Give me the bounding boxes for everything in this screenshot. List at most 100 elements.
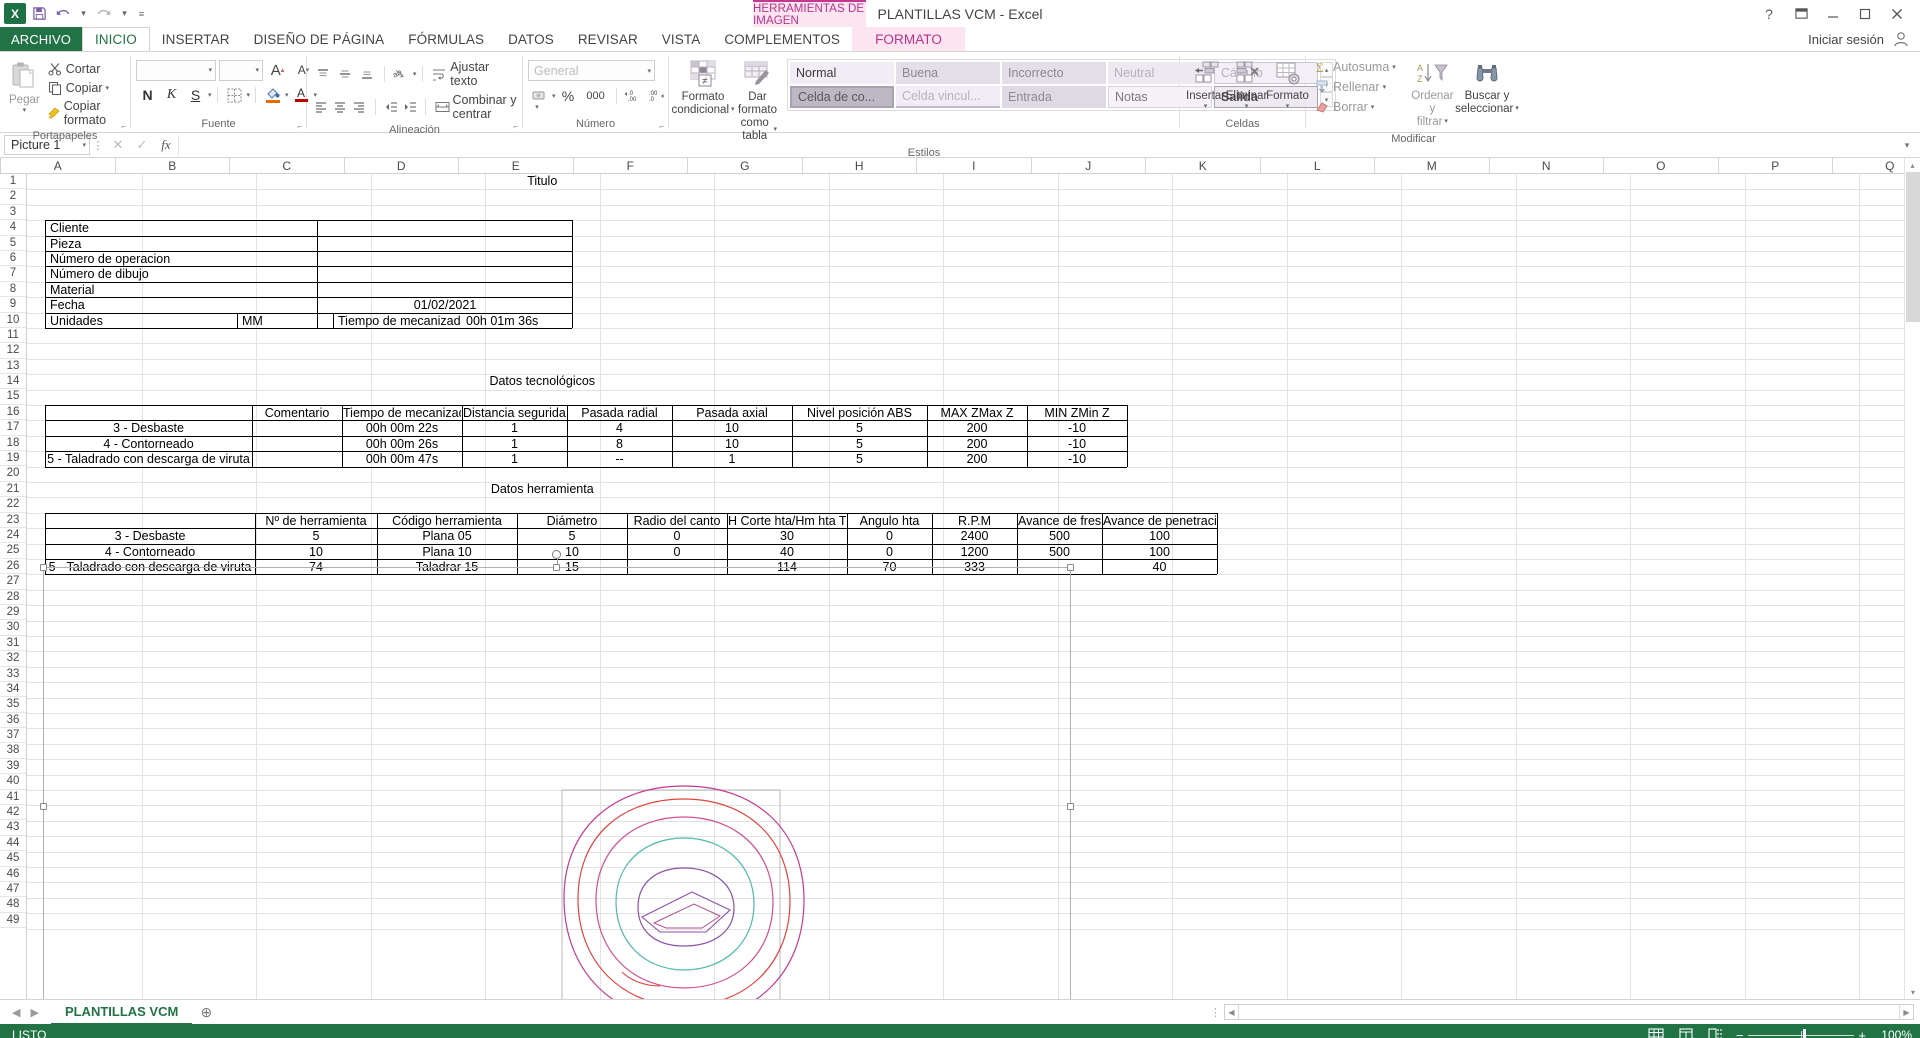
tool-table-header-6[interactable]: Angulo hta xyxy=(848,514,931,528)
conditional-format-button[interactable]: ≠ Formato condicional▾ xyxy=(674,57,732,119)
tool-table-r0-c7[interactable]: 2400 xyxy=(933,529,1016,543)
style-normal[interactable]: Normal xyxy=(790,62,894,84)
horizontal-scrollbar[interactable]: ◀ ▶ xyxy=(1224,1004,1914,1020)
tech-table-header-5[interactable]: Pasada axial xyxy=(673,406,791,420)
format-cells-dropdown-icon[interactable]: ▾ xyxy=(1286,103,1290,111)
view-page-layout-icon[interactable] xyxy=(1676,1026,1696,1038)
align-left-button[interactable] xyxy=(312,96,330,118)
tool-table-r1-c2[interactable]: Plana 10 xyxy=(378,545,516,559)
tech-table-r1-c2[interactable]: 00h 00m 26s xyxy=(343,437,461,451)
tech-table-r0-c4[interactable]: 4 xyxy=(568,421,671,435)
help-icon[interactable]: ? xyxy=(1754,3,1784,25)
format-painter-button[interactable]: Copiar formato xyxy=(44,98,125,128)
cell-fecha-label[interactable]: Fecha xyxy=(47,298,316,312)
row-header-14[interactable]: 14 xyxy=(0,374,26,389)
column-header-B[interactable]: B xyxy=(116,158,231,173)
resize-handle-e[interactable] xyxy=(1067,803,1074,810)
column-header-N[interactable]: N xyxy=(1490,158,1605,173)
resize-handle-w[interactable] xyxy=(40,803,47,810)
tool-table-r1-c6[interactable]: 0 xyxy=(848,545,931,559)
column-header-F[interactable]: F xyxy=(574,158,689,173)
column-header-H[interactable]: H xyxy=(803,158,918,173)
align-top-button[interactable] xyxy=(312,63,333,85)
scroll-left-icon[interactable]: ◀ xyxy=(1225,1008,1238,1017)
row-header-24[interactable]: 24 xyxy=(0,528,26,543)
tech-table-r2-c8[interactable]: -10 xyxy=(1028,452,1126,466)
column-header-I[interactable]: I xyxy=(917,158,1032,173)
scroll-right-icon[interactable]: ▶ xyxy=(1900,1008,1913,1017)
tech-table-header-1[interactable]: Comentario xyxy=(253,406,341,420)
row-header-35[interactable]: 35 xyxy=(0,697,26,712)
find-select-dropdown-icon[interactable]: ▾ xyxy=(1515,105,1519,113)
number-format-caret-icon[interactable]: ▾ xyxy=(647,67,651,75)
column-header-J[interactable]: J xyxy=(1032,158,1147,173)
number-dialog-launcher[interactable]: ⌐ xyxy=(659,122,664,131)
picture-selection-frame[interactable] xyxy=(43,567,1071,999)
tool-table-r1-c1[interactable]: 10 xyxy=(256,545,376,559)
tech-table-r2-c6[interactable]: 5 xyxy=(793,452,926,466)
row-header-8[interactable]: 8 xyxy=(0,282,26,297)
tab-formulas[interactable]: FÓRMULAS xyxy=(396,27,496,51)
fill-color-button[interactable] xyxy=(261,84,284,106)
tool-table-header-1[interactable]: Nº de herramienta xyxy=(256,514,376,528)
signin-area[interactable]: Iniciar sesión xyxy=(1808,27,1920,51)
minimize-icon[interactable] xyxy=(1818,3,1848,25)
alignment-dialog-launcher[interactable]: ⌐ xyxy=(513,122,518,131)
font-name-caret-icon[interactable]: ▾ xyxy=(208,66,212,74)
copy-dropdown-icon[interactable]: ▾ xyxy=(106,84,110,92)
row-header-40[interactable]: 40 xyxy=(0,774,26,789)
user-account-icon[interactable] xyxy=(1892,30,1910,48)
tool-table-r0-c4[interactable]: 0 xyxy=(628,529,726,543)
cell-fecha-value[interactable]: 01/02/2021 xyxy=(319,298,571,312)
undo-dropdown-icon[interactable]: ▾ xyxy=(76,3,91,25)
font-name-combo[interactable]: ▾ xyxy=(136,60,216,81)
redo-dropdown-icon[interactable]: ▾ xyxy=(117,3,132,25)
tech-table-r1-c7[interactable]: 200 xyxy=(928,437,1026,451)
cell-info-label-8[interactable]: Material xyxy=(47,283,316,297)
bold-button[interactable]: N xyxy=(136,84,159,106)
row-header-16[interactable]: 16 xyxy=(0,405,26,420)
column-header-G[interactable]: G xyxy=(688,158,803,173)
tech-table-r2-c5[interactable]: 1 xyxy=(673,452,791,466)
autosum-button[interactable]: Σ Autosuma ▾ xyxy=(1311,58,1399,76)
cell-info-label-6[interactable]: Número de operacion xyxy=(47,252,316,266)
row-header-13[interactable]: 13 xyxy=(0,359,26,374)
insert-cells-dropdown-icon[interactable]: ▾ xyxy=(1204,103,1208,111)
tech-table-r2-c4[interactable]: -- xyxy=(568,452,671,466)
fill-dropdown-icon[interactable]: ▾ xyxy=(1383,83,1387,91)
tech-table-r2-c0[interactable]: 5 - Taladrado con descarga de viruta xyxy=(46,452,251,466)
column-header-M[interactable]: M xyxy=(1375,158,1490,173)
column-header-L[interactable]: L xyxy=(1261,158,1376,173)
column-header-D[interactable]: D xyxy=(345,158,460,173)
row-header-23[interactable]: 23 xyxy=(0,513,26,528)
comma-format-button[interactable]: 000 xyxy=(581,85,611,107)
tool-table-r1-c0[interactable]: 4 - Contorneado xyxy=(46,545,254,559)
sort-filter-button[interactable]: AZ Ordenar y filtrar▾ xyxy=(1407,58,1458,131)
wrap-text-button[interactable]: Ajustar texto xyxy=(429,59,517,89)
tech-table-r2-c2[interactable]: 00h 00m 47s xyxy=(343,452,461,466)
tool-table-r0-c0[interactable]: 3 - Desbaste xyxy=(46,529,254,543)
close-icon[interactable] xyxy=(1882,3,1912,25)
accounting-format-button[interactable] xyxy=(528,85,551,107)
row-header-7[interactable]: 7 xyxy=(0,266,26,281)
row-header-4[interactable]: 4 xyxy=(0,220,26,235)
tool-table-r1-c5[interactable]: 40 xyxy=(728,545,846,559)
tech-table-r1-c6[interactable]: 5 xyxy=(793,437,926,451)
row-header-46[interactable]: 46 xyxy=(0,867,26,882)
row-header-29[interactable]: 29 xyxy=(0,605,26,620)
tech-table-r0-c0[interactable]: 3 - Desbaste xyxy=(46,421,251,435)
paste-dropdown-icon[interactable]: ▾ xyxy=(23,107,27,115)
cell-unidades-label[interactable]: Unidades xyxy=(47,314,236,328)
row-header-28[interactable]: 28 xyxy=(0,590,26,605)
underline-button[interactable]: S xyxy=(184,84,207,106)
row-header-20[interactable]: 20 xyxy=(0,466,26,481)
zoom-out-button[interactable]: − xyxy=(1736,1028,1744,1038)
tool-table-r1-c9[interactable]: 100 xyxy=(1103,545,1216,559)
tech-table-r1-c8[interactable]: -10 xyxy=(1028,437,1126,451)
sheet-nav-arrows[interactable]: ◀ ▶ xyxy=(0,1006,51,1019)
row-header-42[interactable]: 42 xyxy=(0,805,26,820)
column-header-P[interactable]: P xyxy=(1719,158,1834,173)
percent-format-button[interactable]: % xyxy=(557,85,580,107)
restore-icon[interactable] xyxy=(1850,3,1880,25)
format-cells-button[interactable]: Formato ▾ xyxy=(1267,58,1308,113)
